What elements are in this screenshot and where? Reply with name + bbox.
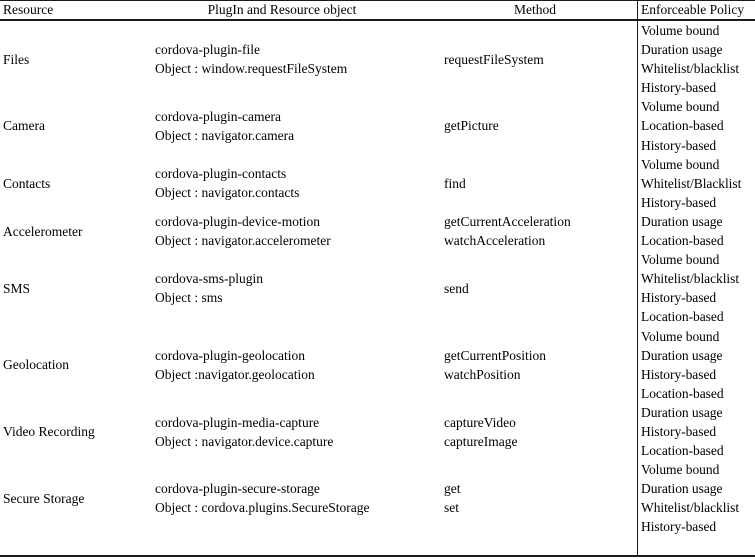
method-list: getCurrentPosition watchPosition <box>444 346 546 384</box>
resource-policy-table: Resource PlugIn and Resource object Meth… <box>0 0 755 559</box>
policy-item: History-based <box>641 80 717 96</box>
plugin-object: Object : navigator.contacts <box>155 185 300 201</box>
policy-item: Volume bound <box>641 99 720 115</box>
policy-item: Volume bound <box>641 252 720 268</box>
method-name: watchPosition <box>444 366 521 382</box>
method-name: captureImage <box>444 433 518 449</box>
method-list: get set <box>444 479 461 517</box>
policy-item: Whitelist/blacklist <box>641 271 740 287</box>
policy-item: Location-based <box>641 118 724 134</box>
method-list: find <box>444 174 466 193</box>
plugin-info: cordova-plugin-camera Object : navigator.… <box>155 107 294 145</box>
table-bottom-rule <box>0 555 755 557</box>
column-header-policy: Enforceable Policy <box>641 2 745 17</box>
policy-item: Whitelist/blacklist <box>641 61 740 77</box>
plugin-info: cordova-plugin-geolocation Object :naviga… <box>155 346 315 384</box>
method-name: captureVideo <box>444 414 516 430</box>
policy-item: Location-based <box>641 443 724 459</box>
resource-name: Secure Storage <box>3 490 85 506</box>
method-name: requestFileSystem <box>444 51 544 67</box>
resource-name: Accelerometer <box>3 223 83 239</box>
table-body: Files cordova-plugin-file Object : window.… <box>0 21 637 537</box>
method-name: set <box>444 500 459 516</box>
policy-column: Volume bound Duration usage Whitelist/blac… <box>641 21 755 537</box>
method-name: getPicture <box>444 118 499 134</box>
table-row: Video Recording cordova-plugin-media-capt… <box>0 403 637 460</box>
plugin-name: cordova-plugin-contacts <box>155 166 287 182</box>
method-list: captureVideo captureImage <box>444 413 517 451</box>
policy-item: History-based <box>641 290 717 306</box>
policy-item: Duration usage <box>641 42 723 58</box>
plugin-info: cordova-sms-plugin Object : sms <box>155 269 263 307</box>
method-name: get <box>444 481 461 497</box>
policy-item: Location-based <box>641 233 724 249</box>
resource-name: Video Recording <box>3 424 95 440</box>
policy-item: History-based <box>641 519 717 535</box>
table-row: SMS cordova-sms-plugin Object : sms send <box>0 250 637 326</box>
method-name: getCurrentAcceleration <box>444 213 571 229</box>
policy-item: History-based <box>641 194 717 210</box>
resource-name: Files <box>3 51 30 67</box>
policy-item: Whitelist/Blacklist <box>641 175 742 191</box>
policy-item: Volume bound <box>641 328 720 344</box>
policy-item: Whitelist/blacklist <box>641 500 740 516</box>
plugin-object: Object : navigator.accelerometer <box>155 233 331 249</box>
plugin-name: cordova-plugin-geolocation <box>155 347 305 363</box>
plugin-object: Object : cordova.plugins.SecureStorage <box>155 500 370 516</box>
policy-item: Volume bound <box>641 462 720 478</box>
policy-item: History-based <box>641 423 717 439</box>
policy-item: Duration usage <box>641 347 723 363</box>
method-list: requestFileSystem <box>444 50 544 69</box>
resource-name: SMS <box>3 280 31 296</box>
method-name: find <box>444 175 466 191</box>
policy-item: Volume bound <box>641 156 720 172</box>
resource-name: Camera <box>3 118 45 134</box>
policy-item: History-based <box>641 137 717 153</box>
plugin-info: cordova-plugin-secure-storage Object : co… <box>155 479 369 517</box>
table-row: Camera cordova-plugin-camera Object : navi… <box>0 97 637 154</box>
plugin-name: cordova-plugin-file <box>155 42 260 58</box>
policy-item: Duration usage <box>641 213 723 229</box>
plugin-name: cordova-plugin-device-motion <box>155 213 320 229</box>
policy-column-divider <box>637 0 638 557</box>
plugin-object: Object : window.requestFileSystem <box>155 61 348 77</box>
column-header-plugin: PlugIn and Resource object <box>207 2 357 17</box>
policy-item: Duration usage <box>641 481 723 497</box>
plugin-name: cordova-plugin-media-capture <box>155 414 320 430</box>
policy-item: Duration usage <box>641 404 723 420</box>
plugin-info: cordova-plugin-file Object : window.reque… <box>155 40 347 78</box>
plugin-name: cordova-plugin-secure-storage <box>155 481 320 497</box>
table-header-row: Resource PlugIn and Resource object Meth… <box>0 1 755 19</box>
plugin-info: cordova-plugin-contacts Object : navigato… <box>155 164 299 202</box>
table-row: Secure Storage cordova-plugin-secure-stor… <box>0 460 637 536</box>
plugin-object: Object : navigator.camera <box>155 128 295 144</box>
resource-name: Geolocation <box>3 357 69 373</box>
policy-item: Volume bound <box>641 23 720 38</box>
plugin-info: cordova-plugin-media-capture Object : nav… <box>155 413 333 451</box>
plugin-name: cordova-sms-plugin <box>155 271 263 287</box>
resource-name: Contacts <box>3 175 51 191</box>
method-name: getCurrentPosition <box>444 347 546 363</box>
plugin-name: cordova-plugin-camera <box>155 108 281 124</box>
method-list: getPicture <box>444 116 499 135</box>
table-row: Contacts cordova-plugin-contacts Object : … <box>0 155 637 212</box>
method-name: watchAcceleration <box>444 233 546 249</box>
column-header-resource: Resource <box>3 2 54 17</box>
column-header-method: Method <box>514 2 556 17</box>
table-row: Files cordova-plugin-file Object : window.… <box>0 21 637 97</box>
plugin-object: Object : navigator.device.capture <box>155 433 334 449</box>
method-name: send <box>444 280 469 296</box>
policy-item: Location-based <box>641 385 724 401</box>
plugin-info: cordova-plugin-device-motion Object : nav… <box>155 212 331 250</box>
table-row: Accelerometer cordova-plugin-device-motio… <box>0 212 637 250</box>
method-list: send <box>444 279 469 298</box>
policy-item: History-based <box>641 366 717 382</box>
method-list: getCurrentAcceleration watchAcceleration <box>444 212 571 250</box>
plugin-object: Object : sms <box>155 290 223 306</box>
plugin-object: Object :navigator.geolocation <box>155 366 315 382</box>
policy-item: Location-based <box>641 309 724 325</box>
table-row: Geolocation cordova-plugin-geolocation Obj… <box>0 327 637 403</box>
